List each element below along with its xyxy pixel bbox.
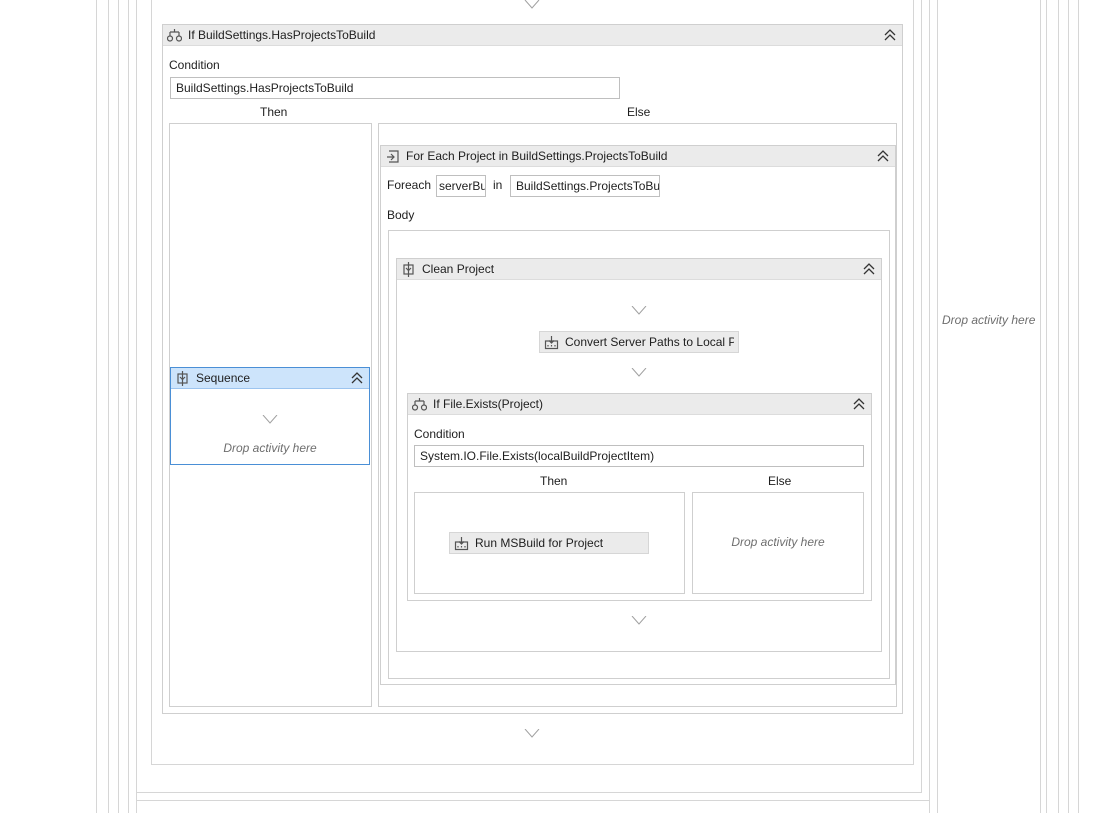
- outer-border-line: [1058, 0, 1059, 813]
- condition-label: Condition: [169, 58, 220, 72]
- foreach-item-field[interactable]: serverBuildProjectItem: [436, 175, 486, 197]
- if-icon: [167, 29, 182, 42]
- sequence-bottom-border: [151, 764, 914, 765]
- condition-field[interactable]: BuildSettings.HasProjectsToBuild: [170, 77, 620, 99]
- outer-border-line: [128, 0, 129, 813]
- collapse-icon[interactable]: [877, 150, 889, 163]
- convert-paths-title: Convert Server Paths to Local Paths: [565, 335, 734, 349]
- drop-arrow-icon[interactable]: [631, 368, 647, 378]
- if-icon: [412, 398, 427, 411]
- drop-arrow-icon[interactable]: [524, 0, 540, 10]
- outer-border-line: [913, 0, 914, 765]
- collapse-icon[interactable]: [853, 398, 865, 411]
- foreach-activity[interactable]: For Each Project in BuildSettings.Projec…: [380, 145, 896, 685]
- clean-project-header[interactable]: Clean Project: [397, 259, 881, 280]
- collapse-icon[interactable]: [863, 263, 875, 276]
- foreach-collection-field[interactable]: BuildSettings.ProjectsToBuild: [510, 175, 660, 197]
- foreach-body[interactable]: Clean Project Convert Server Paths to Lo…: [388, 230, 890, 679]
- outer-border-line: [929, 0, 930, 813]
- body-label: Body: [387, 208, 415, 222]
- activity-icon: [454, 537, 469, 551]
- outer-border-line: [118, 0, 119, 813]
- outer-border-line: [96, 0, 97, 813]
- outer-border-line: [1068, 0, 1069, 813]
- sequence-icon: [403, 262, 414, 277]
- collapse-icon[interactable]: [884, 29, 896, 42]
- sequence-bottom-border: [136, 792, 922, 793]
- drop-arrow-icon[interactable]: [631, 306, 647, 316]
- drop-activity-hint: Drop activity here: [942, 313, 1036, 327]
- clean-project-title: Clean Project: [422, 262, 495, 276]
- drop-arrow-icon[interactable]: [524, 729, 540, 739]
- drop-activity-hint: Drop activity here: [731, 535, 825, 549]
- outer-border-line: [1078, 0, 1079, 813]
- if-build-title: If BuildSettings.HasProjectsToBuild: [188, 28, 376, 42]
- if-build-activity[interactable]: If BuildSettings.HasProjectsToBuild Cond…: [162, 24, 903, 714]
- outer-border-line: [937, 0, 938, 813]
- outer-border-line: [108, 0, 109, 813]
- if-file-exists-header[interactable]: If File.Exists(Project): [408, 394, 871, 415]
- then-label: Then: [260, 105, 288, 119]
- outer-border-line: [921, 0, 922, 793]
- else-pane[interactable]: For Each Project in BuildSettings.Projec…: [378, 123, 897, 707]
- if-file-exists-activity[interactable]: If File.Exists(Project) Condition System…: [407, 393, 872, 601]
- in-label: in: [493, 178, 503, 192]
- sequence-bottom-border: [136, 800, 930, 801]
- outer-border-line: [1040, 0, 1041, 813]
- clean-project-activity[interactable]: Clean Project Convert Server Paths to Lo…: [396, 258, 882, 652]
- else-label: Else: [768, 474, 792, 488]
- collapse-icon[interactable]: [351, 372, 363, 385]
- then-label: Then: [540, 474, 568, 488]
- outer-border-line: [151, 0, 152, 765]
- drop-arrow-icon[interactable]: [631, 616, 647, 626]
- then-pane[interactable]: Run MSBuild for Project: [414, 492, 685, 594]
- condition-field[interactable]: System.IO.File.Exists(localBuildProjectI…: [414, 445, 864, 467]
- if-file-exists-title: If File.Exists(Project): [433, 397, 544, 411]
- if-build-header[interactable]: If BuildSettings.HasProjectsToBuild: [163, 25, 902, 46]
- else-label: Else: [627, 105, 651, 119]
- sequence-icon: [177, 371, 188, 386]
- sequence-title: Sequence: [196, 371, 251, 385]
- msbuild-activity[interactable]: Run MSBuild for Project: [449, 532, 649, 554]
- sequence-header[interactable]: Sequence: [171, 368, 369, 389]
- convert-paths-activity[interactable]: Convert Server Paths to Local Paths: [539, 331, 739, 353]
- condition-label: Condition: [414, 427, 465, 441]
- sequence-activity[interactable]: Sequence Drop activity here: [170, 367, 370, 465]
- outer-border-line: [1046, 0, 1047, 813]
- msbuild-title: Run MSBuild for Project: [475, 536, 604, 550]
- then-pane[interactable]: Sequence Drop activity here: [169, 123, 372, 707]
- foreach-header[interactable]: For Each Project in BuildSettings.Projec…: [381, 146, 895, 167]
- outer-border-line: [136, 0, 137, 813]
- drop-arrow-icon[interactable]: [262, 415, 278, 425]
- drop-activity-hint: Drop activity here: [223, 441, 317, 455]
- foreach-icon: [387, 150, 399, 163]
- foreach-label: Foreach: [387, 178, 432, 192]
- else-pane[interactable]: Drop activity here: [692, 492, 864, 594]
- activity-icon: [544, 336, 559, 350]
- foreach-title: For Each Project in BuildSettings.Projec…: [406, 149, 668, 163]
